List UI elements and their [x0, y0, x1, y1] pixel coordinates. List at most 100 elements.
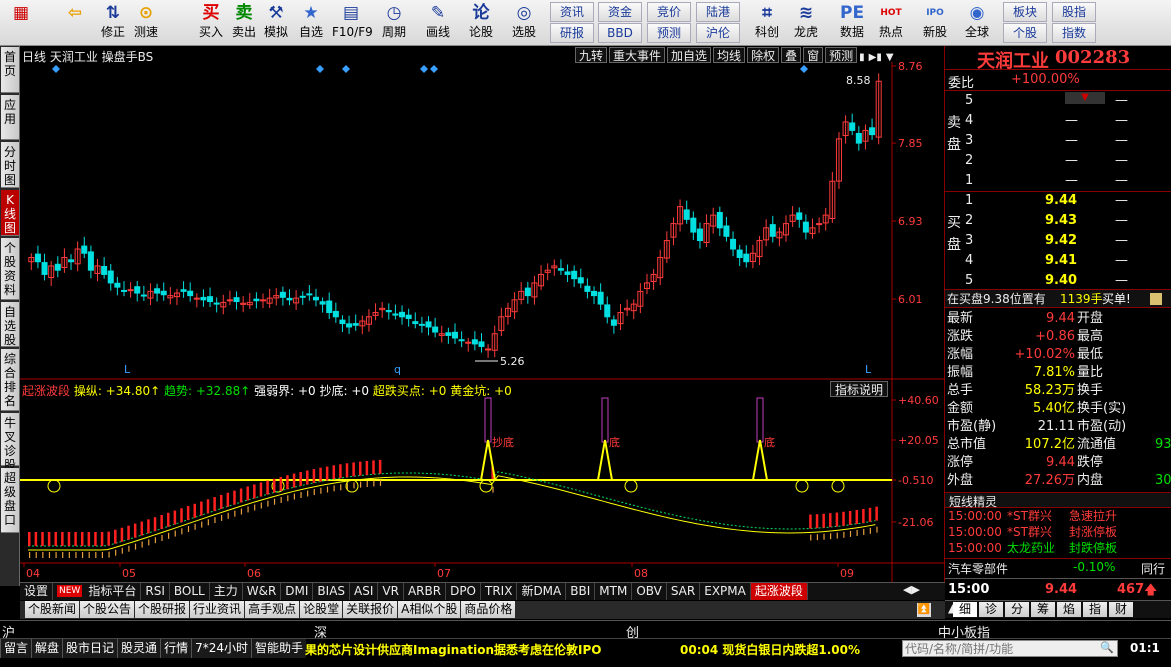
status-item[interactable]: 智能助手 — [250, 639, 306, 658]
scroll-right-icon[interactable]: ◀▶ — [903, 583, 920, 596]
indicator-button[interactable]: 指标说明 — [830, 381, 889, 397]
detail-tab[interactable]: 焰 — [1057, 602, 1081, 617]
indicator-tab[interactable]: TRIX — [481, 583, 518, 600]
indicator-tab[interactable]: 指标平台 — [84, 583, 142, 600]
toolbar-small-button[interactable]: 陆港 — [696, 2, 740, 22]
sidebar-tab[interactable]: 综合排名 — [1, 349, 19, 411]
indicator-tab[interactable]: NEW — [57, 585, 83, 597]
jump-top-icon[interactable]: ⏫ — [917, 603, 931, 617]
news-subtab[interactable]: 商品价格 — [461, 601, 516, 618]
sidebar-tab[interactable]: 分时图 — [1, 142, 19, 188]
sidebar-tab[interactable]: 牛叉诊股 — [1, 413, 19, 472]
detail-tab[interactable]: 筹 — [1031, 602, 1055, 617]
sell-level[interactable]: 3 — — — [965, 132, 1171, 150]
detail-tab[interactable]: 细 — [953, 602, 977, 617]
sector-peer-button[interactable]: 同行 — [1141, 560, 1165, 577]
toolbar-small-button[interactable]: 竞价 — [647, 2, 691, 22]
buy-level[interactable]: 1 9.44 — — [965, 192, 1171, 210]
indicator-tab[interactable]: MTM — [595, 583, 633, 600]
status-item[interactable]: 7*24小时 — [191, 639, 251, 658]
toolbar-small-button[interactable]: 研报 — [550, 23, 594, 43]
news-item[interactable]: 15:00:00 *ST群兴 封涨停板 — [945, 524, 1171, 540]
hammer-button[interactable]: ⚒ 模拟 — [257, 2, 295, 44]
toolbar-small-button[interactable]: 资金 — [598, 2, 642, 22]
select-stock-button[interactable]: ◎ 选股 — [505, 2, 543, 44]
indicator-tab[interactable]: 设置 — [20, 583, 54, 600]
dragon-button[interactable]: ≋ 龙虎 — [787, 2, 825, 44]
speed-button[interactable]: ⊙ 测速 — [127, 2, 165, 44]
sell-level[interactable]: 1 — — — [965, 172, 1171, 190]
kechuang-button[interactable]: ⌗ 科创 — [748, 2, 786, 44]
news-subtab[interactable]: 论股堂 — [300, 601, 343, 618]
indicator-tab[interactable]: 新DMA — [517, 583, 567, 600]
detail-tab[interactable]: 财 — [1109, 602, 1133, 617]
buy-level[interactable]: 3 9.42 — — [965, 232, 1171, 250]
sidebar-tab[interactable]: K线图 — [1, 190, 19, 236]
discuss-button[interactable]: 论论股 — [462, 2, 500, 44]
buy-level[interactable]: 4 9.41 — — [965, 252, 1171, 270]
candlestick-chart[interactable]: 8.76 7.85 6.93 6.01 8.58 5.26 L q L +40.60 +20.05 -… — [20, 46, 945, 582]
indicator-tab[interactable]: OBV — [632, 583, 667, 600]
pencil-button[interactable]: ✎ 画线 — [419, 2, 457, 44]
news-subtab[interactable]: 关联报价 — [343, 601, 398, 618]
indicator-tab[interactable]: W&R — [243, 583, 282, 600]
sell-level[interactable]: 2 — — — [965, 152, 1171, 170]
windows-logo-button[interactable]: ▦ — [2, 2, 40, 44]
ipo-button[interactable]: IPO 新股 — [916, 2, 954, 44]
news-subtab[interactable]: 个股研报 — [135, 601, 190, 618]
status-item[interactable]: 股灵通 — [117, 639, 161, 658]
toolbar-small-button[interactable]: 个股 — [1003, 23, 1047, 43]
toolbar-small-button[interactable]: 股指 — [1052, 2, 1096, 22]
sidebar-tab[interactable]: 自选股 — [1, 302, 19, 347]
star-button[interactable]: ★ 自选 — [292, 2, 330, 44]
status-item[interactable]: 行情 — [160, 639, 192, 658]
kline-chart-area[interactable]: 日线 天润工业 操盘手BS 九转 重大事件 加自选 均线 除权叠窗预测 ▮ ▶▮ ▼ 8.76… — [20, 46, 945, 582]
hot-button[interactable]: HOT 热点 — [872, 2, 910, 44]
indicator-tab[interactable]: RSI — [141, 583, 170, 600]
detail-tab[interactable]: 分 — [1005, 602, 1029, 617]
toolbar-small-button[interactable]: 资讯 — [550, 2, 594, 22]
indicator-tab[interactable]: 主力 — [210, 583, 243, 600]
toolbar-small-button[interactable]: 沪伦 — [696, 23, 740, 43]
indicator-tab[interactable]: BIAS — [313, 583, 351, 600]
news-item[interactable]: 15:00:00 *ST群兴 急速拉升 — [945, 508, 1171, 524]
news-subtab[interactable]: 高手观点 — [245, 601, 300, 618]
pe-button[interactable]: PE 数据 — [833, 2, 871, 44]
news-subtab[interactable]: A相似个股 — [398, 601, 461, 618]
news-subtab[interactable]: 个股公告 — [80, 601, 135, 618]
sidebar-tab[interactable]: 首页 — [1, 47, 19, 93]
status-item[interactable]: 解盘 — [31, 639, 63, 658]
indicator-tab[interactable]: DPO — [446, 583, 481, 600]
back-arrow-button[interactable]: ⇦ — [56, 2, 94, 44]
toolbar-small-button[interactable]: 预测 — [647, 23, 691, 43]
buy-level[interactable]: 5 9.40 — — [965, 272, 1171, 290]
status-item[interactable]: 股市日记 — [62, 639, 118, 658]
detail-tab[interactable]: 指 — [1083, 602, 1107, 617]
indicator-tab[interactable]: DMI — [281, 583, 314, 600]
indicator-tab[interactable]: 起涨波段 — [750, 583, 808, 600]
f10-button[interactable]: ▤ F10/F9 — [332, 2, 373, 44]
status-item[interactable]: 留言 — [0, 639, 32, 658]
clock-button[interactable]: ◷ 周期 — [375, 2, 413, 44]
globe-button[interactable]: ◉ 全球 — [958, 2, 996, 44]
short-news-list[interactable]: 15:00:00 *ST群兴 急速拉升 15:00:00 *ST群兴 封涨停板 15:00:… — [945, 508, 1171, 558]
indicator-tab[interactable]: BOLL — [170, 583, 210, 600]
search-icon[interactable]: 🔍 — [1100, 641, 1114, 654]
sidebar-tab[interactable]: 超级盘口 — [1, 468, 19, 533]
news-ticker-2[interactable]: 00:04 现货白银日内跌超1.00% — [680, 641, 860, 658]
toolbar-small-button[interactable]: 板块 — [1003, 2, 1047, 22]
sidebar-tab[interactable]: 个股资料 — [1, 238, 19, 300]
news-subtab[interactable]: 个股新闻 — [25, 601, 80, 618]
news-item[interactable]: 15:00:00 太龙药业 封跌停板 — [945, 540, 1171, 556]
news-subtab[interactable]: 行业资讯 — [190, 601, 245, 618]
sell-level[interactable]: 4 — — — [965, 112, 1171, 130]
indicator-tab[interactable]: BBI — [566, 583, 596, 600]
news-ticker-1[interactable]: 果的芯片设计供应商Imagination据悉考虑在伦敦IPO — [305, 641, 602, 658]
indicator-tab[interactable]: ASI — [350, 583, 379, 600]
detail-tab[interactable]: 诊 — [979, 602, 1003, 617]
search-input[interactable] — [903, 641, 1099, 656]
sidebar-tab[interactable]: 应用 — [1, 95, 19, 140]
indicator-tab[interactable]: EXPMA — [700, 583, 751, 600]
indicator-tab[interactable]: SAR — [667, 583, 701, 600]
toolbar-small-button[interactable]: BBD — [598, 23, 642, 43]
